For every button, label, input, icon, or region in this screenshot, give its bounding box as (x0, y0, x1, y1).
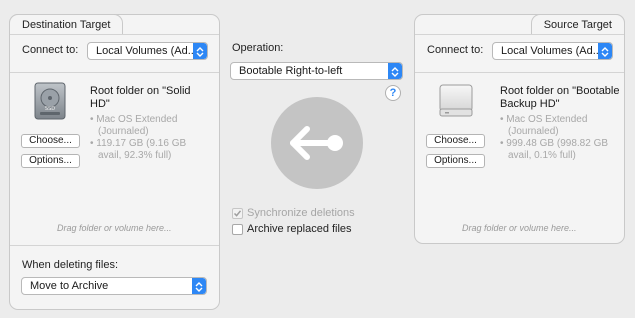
destination-info-size: • 119.17 GB (9.16 GB (90, 138, 187, 149)
source-info: • Mac OS Extended (Journaled) • 999.48 G… (500, 114, 608, 162)
source-tab: Source Target (530, 14, 625, 35)
destination-choose-button[interactable]: Choose... (21, 134, 80, 148)
source-connect-label: Connect to: (427, 44, 484, 56)
destination-tab: Destination Target (9, 14, 124, 35)
chevron-updown-icon (192, 278, 206, 294)
direction-arrow-icon (271, 97, 363, 189)
when-deleting-label: When deleting files: (22, 259, 118, 271)
source-title-line1: Root folder on "Bootable (500, 85, 620, 97)
destination-info-format: • Mac OS Extended (90, 114, 178, 125)
source-connect-select[interactable]: Local Volumes (Ad... (492, 42, 613, 60)
when-deleting-value: Move to Archive (30, 280, 109, 292)
operation-select[interactable]: Bootable Right-to-left (230, 62, 403, 80)
hard-drive-icon: SSD (33, 81, 67, 121)
destination-drag-hint[interactable]: Drag folder or volume here... (57, 223, 172, 233)
source-choose-button[interactable]: Choose... (426, 134, 485, 148)
destination-connect-divider (10, 72, 219, 73)
synchronize-deletions-checkbox[interactable] (232, 208, 243, 219)
source-panel: Source Target Connect to: Local Volumes … (414, 14, 625, 244)
destination-title: Root folder on "Solid HD" (90, 85, 191, 111)
destination-connect-label: Connect to: (22, 44, 79, 56)
destination-connect-value: Local Volumes (Ad... (96, 45, 197, 57)
source-title: Root folder on "Bootable Backup HD" (500, 85, 620, 111)
destination-top-divider (10, 34, 219, 35)
destination-options-button[interactable]: Options... (21, 154, 80, 168)
archive-replaced-label: Archive replaced files (247, 223, 352, 235)
source-info-avail: avail, 0.1% full) (508, 150, 576, 161)
destination-title-line2: HD" (90, 98, 110, 110)
help-button[interactable]: ? (385, 85, 401, 101)
source-info-size: • 999.48 GB (998.82 GB (500, 138, 609, 149)
destination-info-format2: (Journaled) (98, 126, 149, 137)
operation-value: Bootable Right-to-left (239, 65, 343, 77)
destination-title-line1: Root folder on "Solid (90, 85, 191, 97)
chevron-updown-icon (598, 43, 612, 59)
source-connect-divider (415, 72, 624, 73)
external-drive-icon (437, 83, 475, 119)
synchronize-deletions-label: Synchronize deletions (247, 207, 355, 219)
destination-info: • Mac OS Extended (Journaled) • 119.17 G… (90, 114, 186, 162)
source-top-divider (415, 34, 624, 35)
destination-panel: Destination Target Connect to: Local Vol… (9, 14, 220, 310)
chevron-updown-icon (388, 63, 402, 79)
source-drag-hint[interactable]: Drag folder or volume here... (462, 223, 577, 233)
svg-text:SSD: SSD (45, 106, 55, 112)
operation-label: Operation: (232, 42, 284, 54)
source-info-format: • Mac OS Extended (500, 114, 588, 125)
destination-info-avail: avail, 92.3% full) (98, 150, 172, 161)
destination-bottom-divider (10, 245, 219, 246)
source-options-button[interactable]: Options... (426, 154, 485, 168)
source-title-line2: Backup HD" (500, 98, 560, 110)
chevron-updown-icon (193, 43, 207, 59)
archive-replaced-checkbox[interactable] (232, 224, 243, 235)
when-deleting-select[interactable]: Move to Archive (21, 277, 207, 295)
source-connect-value: Local Volumes (Ad... (501, 45, 602, 57)
source-info-format2: (Journaled) (508, 126, 559, 137)
destination-connect-select[interactable]: Local Volumes (Ad... (87, 42, 208, 60)
